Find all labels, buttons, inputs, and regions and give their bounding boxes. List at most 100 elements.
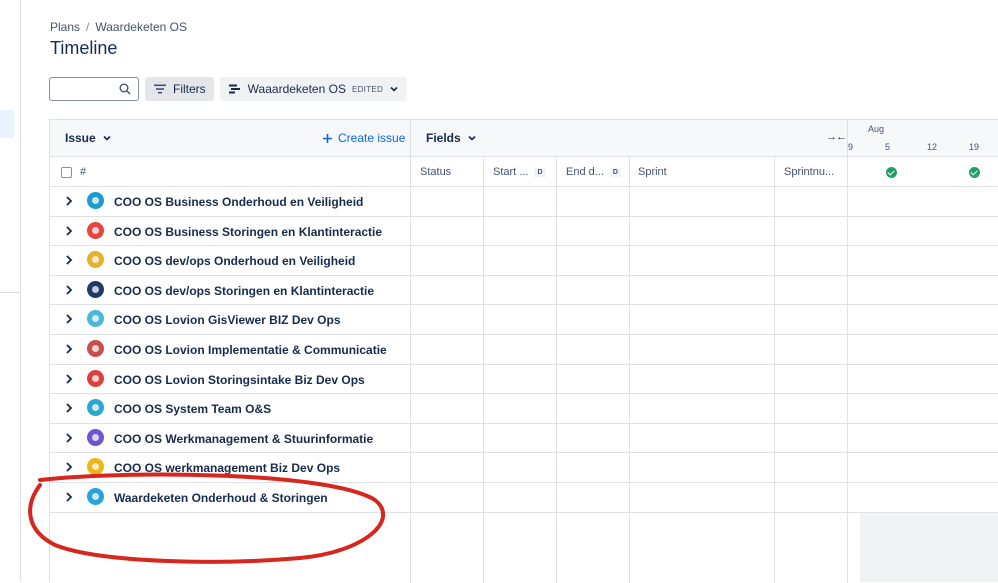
month-label: Aug	[868, 124, 885, 134]
release-check-icon[interactable]	[886, 167, 897, 178]
issue-title[interactable]: COO OS Business Storingen en Klantintera…	[114, 225, 382, 239]
issue-row[interactable]: COO OS Business Onderhoud en Veiligheid	[50, 187, 998, 217]
start-date-header-label: Start ...	[493, 166, 529, 178]
end-date-header-label: End d...	[566, 166, 604, 178]
timeline-placeholder-area	[860, 513, 998, 582]
chevron-right-icon[interactable]	[64, 373, 74, 385]
issue-row[interactable]: COO OS System Team O&S	[50, 394, 998, 424]
breadcrumb-plans[interactable]: Plans	[50, 20, 80, 34]
issue-title[interactable]: COO OS Lovion Storingsintake Biz Dev Ops	[114, 373, 365, 387]
filters-button[interactable]: Filters	[145, 77, 214, 101]
issue-title[interactable]: COO OS werkmanagement Biz Dev Ops	[114, 461, 340, 475]
breadcrumb-current[interactable]: Waardeketen OS	[95, 20, 187, 34]
day-label: 5	[885, 142, 891, 152]
chevron-right-icon[interactable]	[64, 461, 74, 473]
chevron-right-icon[interactable]	[64, 284, 74, 296]
chevron-right-icon[interactable]	[64, 313, 74, 325]
select-all-checkbox[interactable]	[61, 167, 72, 178]
issue-row[interactable]: Waardeketen Onderhoud & Storingen	[50, 483, 998, 513]
start-date-column-header[interactable]: Start ... D	[493, 166, 546, 178]
column-divider	[847, 120, 848, 583]
chevron-right-icon[interactable]	[64, 402, 74, 414]
day-label: 12	[927, 142, 938, 152]
issue-row[interactable]: COO OS Lovion Storingsintake Biz Dev Ops	[50, 365, 998, 395]
chevron-down-icon	[103, 135, 111, 141]
issue-title[interactable]: COO OS dev/ops Storingen en Klantinterac…	[114, 284, 374, 298]
column-header-row: # Status Start ... D End d... D Sprint S…	[50, 157, 998, 187]
issue-row[interactable]: COO OS werkmanagement Biz Dev Ops	[50, 453, 998, 483]
issue-title[interactable]: COO OS Lovion Implementatie & Communicat…	[114, 343, 387, 357]
sprint-column-header[interactable]: Sprint	[638, 166, 667, 178]
project-avatar-icon	[87, 369, 104, 387]
end-date-column-header[interactable]: End d... D	[566, 166, 621, 178]
chevron-right-icon[interactable]	[64, 491, 74, 503]
issue-row[interactable]: COO OS dev/ops Storingen en Klantinterac…	[50, 276, 998, 306]
project-avatar-icon	[87, 428, 104, 446]
day-label: 9	[848, 142, 854, 152]
view-label: Waaardeketen OS	[247, 82, 346, 96]
breadcrumb: Plans / Waardeketen OS	[50, 20, 187, 34]
date-badge: D	[609, 167, 621, 177]
chevron-right-icon[interactable]	[64, 195, 74, 207]
page-title: Timeline	[50, 38, 118, 58]
column-divider	[410, 120, 411, 583]
chevron-right-icon[interactable]	[64, 254, 74, 266]
rank-column-header: #	[80, 166, 87, 178]
status-column-header[interactable]: Status	[420, 166, 451, 178]
issue-title[interactable]: COO OS Lovion GisViewer BIZ Dev Ops	[114, 313, 341, 327]
date-badge: D	[534, 167, 546, 177]
chevron-down-icon	[468, 135, 476, 141]
issue-row[interactable]: COO OS Lovion GisViewer BIZ Dev Ops	[50, 305, 998, 335]
create-issue-button[interactable]: Create issue	[322, 131, 405, 145]
chevron-down-icon	[390, 86, 398, 92]
issue-row[interactable]: COO OS Business Storingen en Klantintera…	[50, 217, 998, 247]
column-divider	[483, 157, 484, 583]
sprintnumber-header-label: Sprintnu...	[784, 166, 835, 178]
project-avatar-icon	[87, 488, 104, 505]
chevron-right-icon[interactable]	[64, 432, 74, 444]
column-divider	[774, 157, 775, 583]
filters-label: Filters	[173, 82, 206, 96]
day-label: 19	[969, 142, 980, 152]
project-avatar-icon	[87, 221, 104, 239]
chevron-right-icon[interactable]	[64, 225, 74, 237]
column-divider	[629, 157, 630, 583]
project-avatar-icon	[87, 280, 104, 298]
toolbar: Filters Waaardeketen OS EDITED	[49, 77, 408, 101]
view-settings-button[interactable]: Waaardeketen OS EDITED	[219, 77, 408, 101]
sprintnumber-column-header[interactable]: Sprintnu...	[784, 166, 834, 178]
issue-row[interactable]: COO OS Lovion Implementatie & Communicat…	[50, 335, 998, 365]
search-icon	[119, 83, 131, 95]
status-header-label: Status	[420, 166, 452, 178]
project-avatar-icon	[87, 340, 104, 357]
create-issue-label: Create issue	[338, 131, 406, 145]
issue-title[interactable]: COO OS Business Onderhoud en Veiligheid	[114, 195, 363, 209]
search-input[interactable]	[49, 77, 139, 101]
project-avatar-icon	[87, 458, 104, 476]
plus-icon	[323, 133, 332, 143]
issue-title[interactable]: COO OS Werkmanagement & Stuurinformatie	[114, 432, 373, 446]
project-avatar-icon	[87, 310, 104, 328]
fields-button[interactable]: Fields	[426, 131, 477, 145]
issue-title[interactable]: Waardeketen Onderhoud & Storingen	[114, 491, 328, 505]
grid-header: Issue Create issue Fields →← Aug 9 5 12 …	[50, 120, 998, 157]
filter-icon	[154, 84, 166, 94]
sidebar-divider	[0, 292, 20, 293]
issue-row[interactable]: COO OS Werkmanagement & Stuurinformatie	[50, 424, 998, 454]
issue-title[interactable]: COO OS System Team O&S	[114, 402, 271, 416]
chevron-right-icon[interactable]	[64, 343, 74, 355]
sprint-header-label: Sprint	[638, 166, 667, 178]
fields-label: Fields	[426, 131, 461, 145]
collapse-fields-icon[interactable]: →←	[826, 131, 847, 143]
breadcrumb-separator: /	[86, 20, 90, 34]
edited-badge: EDITED	[351, 84, 384, 94]
issue-row[interactable]: COO OS dev/ops Onderhoud en Veiligheid	[50, 246, 998, 276]
project-avatar-icon	[87, 251, 104, 269]
release-check-icon[interactable]	[969, 167, 980, 178]
left-sidebar	[0, 0, 21, 582]
issue-title[interactable]: COO OS dev/ops Onderhoud en Veiligheid	[114, 254, 355, 268]
issue-header-button[interactable]: Issue	[65, 131, 112, 145]
timeline-grid: Issue Create issue Fields →← Aug 9 5 12 …	[49, 119, 998, 583]
sidebar-selected-item[interactable]	[0, 110, 14, 138]
issue-header-label: Issue	[65, 131, 96, 145]
